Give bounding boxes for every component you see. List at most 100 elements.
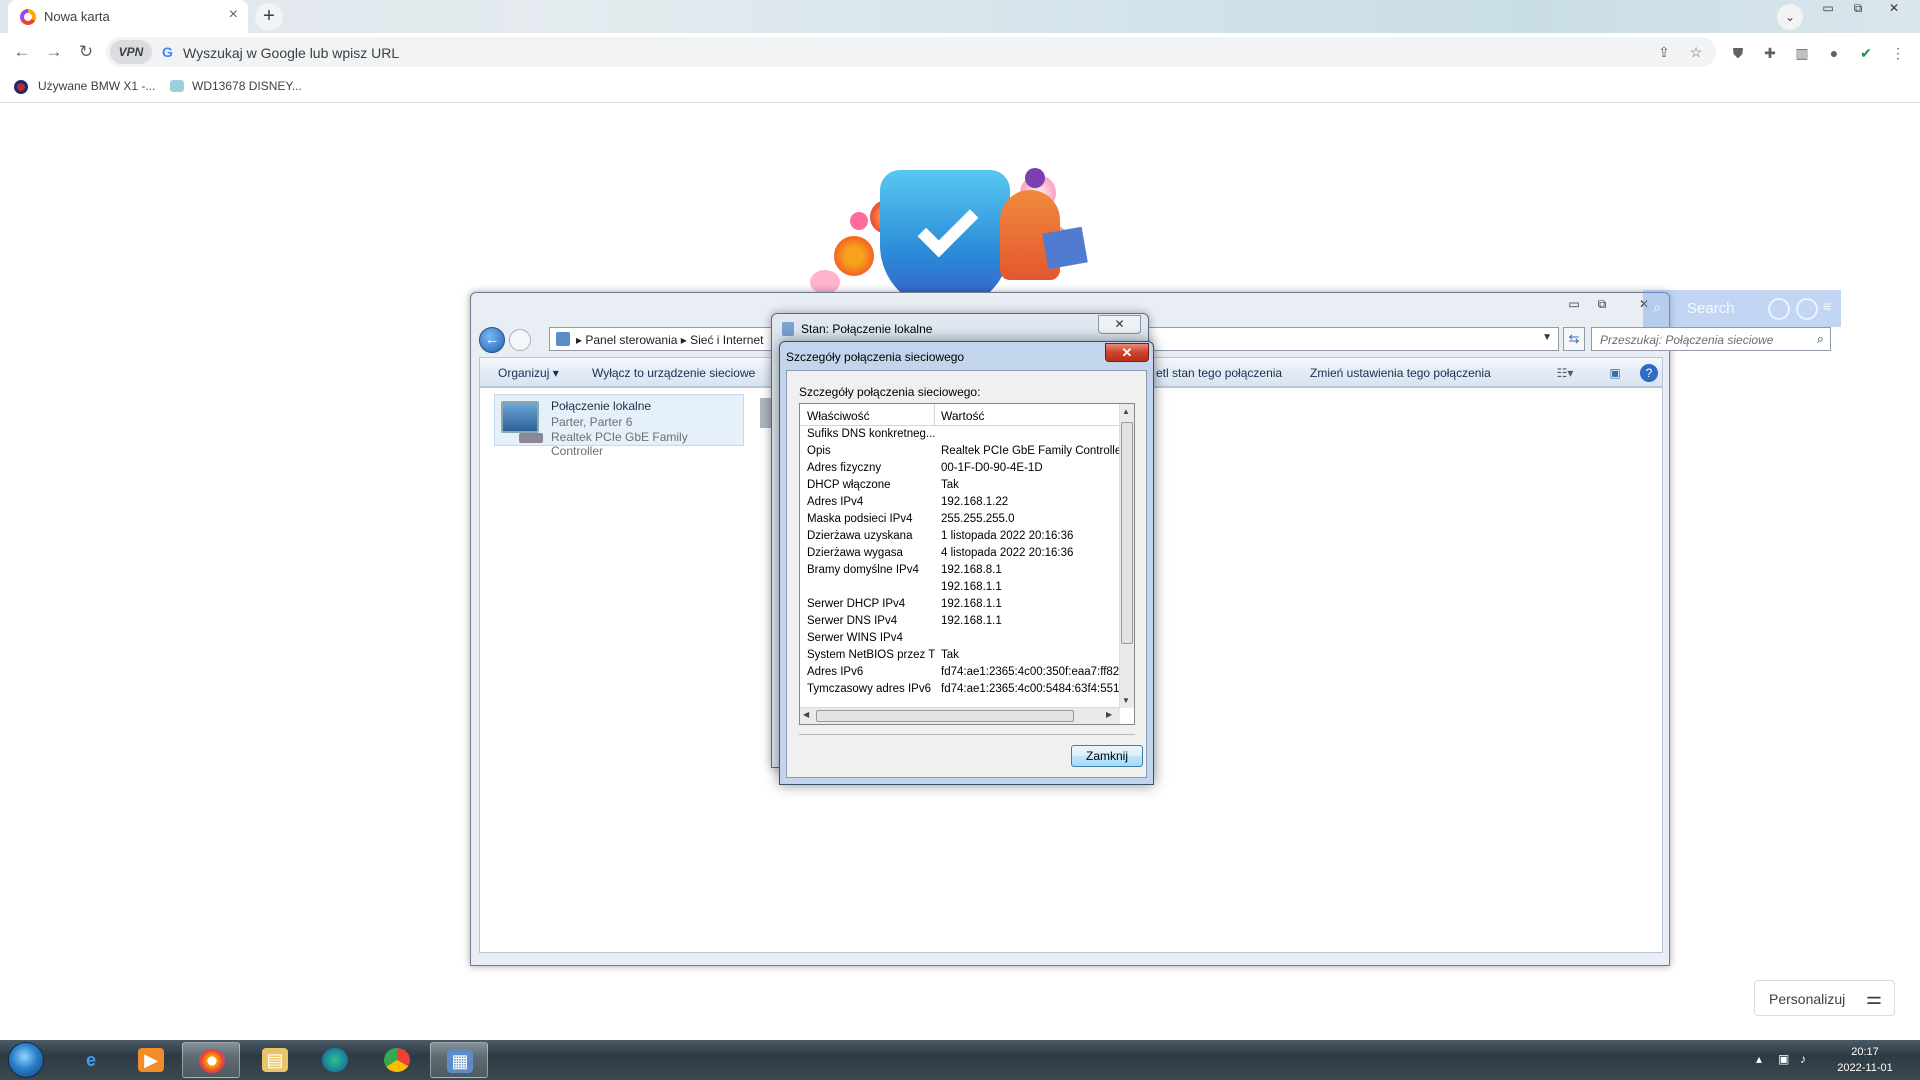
preview-pane-icon[interactable]: ▣ <box>1606 364 1624 382</box>
breadcrumb[interactable]: ▸ Panel sterowania ▸ Sieć i Internet <box>576 333 763 347</box>
taskbar-browser[interactable] <box>182 1042 240 1078</box>
network-tray-icon[interactable]: ▣ <box>1778 1052 1789 1066</box>
close-window-button[interactable]: ✕ <box>1880 0 1908 18</box>
details-row[interactable]: System NetBIOS przez T... Tak <box>800 647 1120 664</box>
back-arrow-icon[interactable]: ← <box>10 41 34 65</box>
details-row[interactable]: Sufiks DNS konkretneg... <box>800 426 1120 443</box>
explorer-back-icon[interactable]: ← <box>479 327 505 353</box>
account-icon[interactable] <box>1796 298 1818 320</box>
status-dialog-close-button[interactable]: ✕ <box>1098 315 1141 334</box>
column-header-property[interactable]: Właściwość <box>807 409 870 423</box>
status-dialog-title: Stan: Połączenie lokalne <box>801 322 933 336</box>
tab-new-tab[interactable]: Nowa karta × <box>8 0 248 33</box>
bookmark-star-icon[interactable]: ☆ <box>1686 42 1706 62</box>
details-row-property: Serwer DHCP IPv4 <box>807 598 906 610</box>
disney-favicon-icon <box>170 80 184 92</box>
details-row[interactable]: DHCP włączone Tak <box>800 477 1120 494</box>
scroll-left-icon[interactable]: ◀ <box>803 710 809 719</box>
vertical-scrollbar[interactable]: ▲ ▼ <box>1119 404 1134 708</box>
scroll-up-icon[interactable]: ▲ <box>1122 407 1130 416</box>
details-row-property: Adres IPv4 <box>807 496 864 508</box>
reload-icon[interactable]: ↻ <box>74 41 98 65</box>
start-button[interactable] <box>8 1042 44 1078</box>
clock-time: 20:17 <box>1851 1046 1879 1058</box>
scroll-right-icon[interactable]: ▶ <box>1106 710 1112 719</box>
overlay-search-label[interactable]: Search <box>1687 300 1735 317</box>
omnibox[interactable]: VPN G Wyszukaj w Google lub wpisz URL ⇪ … <box>106 37 1716 67</box>
details-dialog: Szczegóły połączenia sieciowego ✕ Szczeg… <box>779 341 1154 785</box>
extensions-puzzle-icon[interactable]: ✚ <box>1760 43 1780 63</box>
scroll-thumb[interactable] <box>1121 422 1133 644</box>
taskbar-explorer[interactable]: ▤ <box>246 1042 304 1078</box>
forward-arrow-icon[interactable]: → <box>42 41 66 65</box>
bookmark-item[interactable]: WD13678 DISNEY... <box>192 79 302 93</box>
taskbar-ie[interactable]: e <box>62 1042 120 1078</box>
details-row[interactable]: Bramy domyślne IPv4 192.168.8.1 <box>800 562 1120 579</box>
taskbar-control-panel[interactable]: ▦ <box>430 1042 488 1078</box>
tab-title: Nowa karta <box>44 9 110 24</box>
organize-button[interactable]: Organizuj ▾ <box>498 366 559 380</box>
details-dialog-title: Szczegóły połączenia sieciowego <box>786 350 965 364</box>
details-row[interactable]: Tymczasowy adres IPv6 fd74:ae1:2365:4c00:… <box>800 681 1121 698</box>
shield-extension-icon[interactable]: ⛊ <box>1728 43 1748 63</box>
scroll-thumb[interactable] <box>816 710 1074 722</box>
details-row-value: 192.168.1.1 <box>941 581 1002 593</box>
omnibox-placeholder[interactable]: Wyszukaj w Google lub wpisz URL <box>183 45 399 61</box>
new-tab-button[interactable]: + <box>255 3 283 31</box>
minimize-button[interactable]: ▭ <box>1814 0 1842 18</box>
explorer-search-input[interactable]: Przeszukaj: Połączenia sieciowe ⌕ <box>1591 327 1831 351</box>
side-panel-icon[interactable]: ▥ <box>1792 43 1812 63</box>
view-status-button[interactable]: etl stan tego połączenia <box>1156 366 1282 380</box>
explorer-minimize-button[interactable]: ▭ <box>1561 296 1587 314</box>
details-dialog-close-button[interactable]: ✕ <box>1105 343 1149 362</box>
explorer-restore-button[interactable]: ⧉ <box>1589 296 1615 314</box>
volume-icon[interactable]: ♪ <box>1800 1052 1806 1066</box>
customize-button[interactable]: Personalizuj ⚌ <box>1754 980 1895 1016</box>
system-clock[interactable]: 20:17 2022-11-01 <box>1830 1044 1900 1076</box>
chevron-down-icon[interactable]: ▼ <box>1542 332 1552 343</box>
disable-device-button[interactable]: Wyłącz to urządzenie sieciowe <box>592 366 755 380</box>
grid-icon[interactable] <box>1768 298 1790 320</box>
close-button[interactable]: Zamknij <box>1071 745 1143 767</box>
column-header-value[interactable]: Wartość <box>941 409 985 423</box>
details-row[interactable]: Adres fizyczny 00-1F-D0-90-4E-1D <box>800 460 1120 477</box>
details-row[interactable]: Serwer WINS IPv4 <box>800 630 1120 647</box>
taskbar-media[interactable]: ▶ <box>122 1042 180 1078</box>
menu-kebab-icon[interactable]: ⋮ <box>1888 43 1908 63</box>
taskbar-chrome[interactable] <box>368 1042 426 1078</box>
tab-close-icon[interactable]: × <box>229 6 238 24</box>
bookmark-item[interactable]: Używane BMW X1 -... <box>38 79 155 93</box>
share-icon[interactable]: ⇪ <box>1654 42 1674 62</box>
refresh-icon[interactable]: ⇆ <box>1563 327 1585 351</box>
folder-icon: ▤ <box>262 1048 288 1072</box>
taskbar-edge[interactable] <box>306 1042 364 1078</box>
connection-name: Połączenie lokalne <box>551 399 652 413</box>
details-row[interactable]: Opis Realtek PCIe GbE Family Controller <box>800 443 1121 460</box>
details-row[interactable]: Serwer DNS IPv4 192.168.1.1 <box>800 613 1120 630</box>
overlay-search-widget[interactable]: ⌕ Search ≡ <box>1643 290 1841 327</box>
menu-icon[interactable]: ≡ <box>1823 298 1831 314</box>
connection-item-local[interactable]: Połączenie lokalne Parter, Parter 6 Real… <box>494 394 744 458</box>
security-extension-icon[interactable]: ✔ <box>1856 43 1876 63</box>
vpn-badge[interactable]: VPN <box>110 40 152 64</box>
view-options-icon[interactable]: ☷▾ <box>1556 364 1574 382</box>
restore-button[interactable]: ⧉ <box>1844 0 1872 18</box>
details-row[interactable]: Serwer DHCP IPv4 192.168.1.1 <box>800 596 1120 613</box>
details-row[interactable]: Adres IPv4 192.168.1.22 <box>800 494 1120 511</box>
details-row-value: fd74:ae1:2365:4c00:5484:63f4:551b: <box>941 683 1121 695</box>
scroll-down-icon[interactable]: ▼ <box>1122 696 1130 705</box>
profile-icon[interactable]: ● <box>1824 43 1844 63</box>
details-row[interactable]: 192.168.1.1 <box>800 579 1120 596</box>
horizontal-scrollbar[interactable]: ◀ ▶ <box>800 707 1120 724</box>
google-icon: G <box>162 44 173 60</box>
details-row[interactable]: Maska podsieci IPv4 255.255.255.0 <box>800 511 1120 528</box>
help-icon[interactable]: ? <box>1640 364 1658 382</box>
details-list[interactable]: Właściwość Wartość Sufiks DNS konkretneg… <box>799 403 1135 725</box>
details-row[interactable]: Adres IPv6 fd74:ae1:2365:4c00:350f:eaa7:f… <box>800 664 1121 681</box>
explorer-forward-icon[interactable] <box>509 329 531 351</box>
tray-expand-icon[interactable]: ▴ <box>1756 1052 1762 1066</box>
tab-search-button[interactable]: ⌄ <box>1777 4 1803 30</box>
details-row[interactable]: Dzierżawa wygasa 4 listopada 2022 20:16:3… <box>800 545 1120 562</box>
details-row[interactable]: Dzierżawa uzyskana 1 listopada 2022 20:16… <box>800 528 1120 545</box>
change-settings-button[interactable]: Zmień ustawienia tego połączenia <box>1310 366 1491 380</box>
